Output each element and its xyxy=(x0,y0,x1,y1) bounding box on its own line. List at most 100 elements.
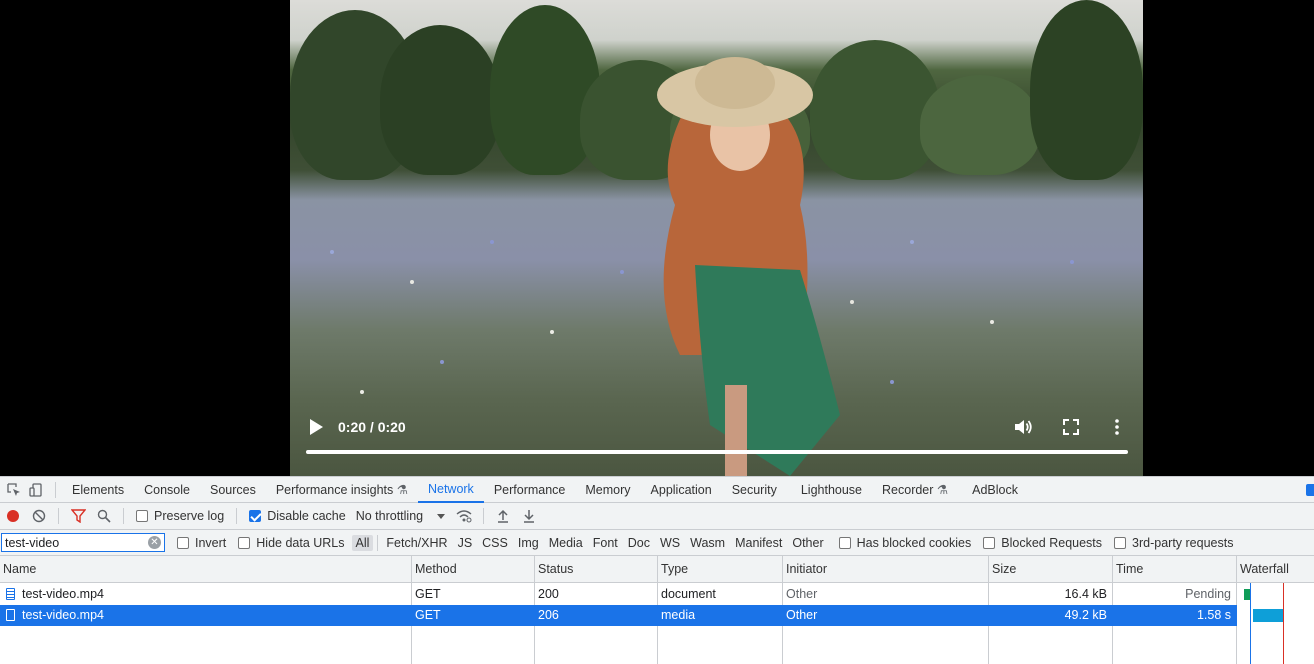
network-toolbar: Preserve log Disable cache No throttling xyxy=(0,503,1314,530)
chevron-down-icon xyxy=(437,514,446,520)
table-row[interactable]: test-video.mp4 GET 206 media Other 49.2 … xyxy=(0,605,1314,626)
throttling-select[interactable]: No throttling xyxy=(355,509,446,523)
network-requests-table: Name Method Status Type Initiator Size T… xyxy=(0,556,1314,664)
record-icon[interactable] xyxy=(4,507,22,525)
tab-elements[interactable]: Elements xyxy=(62,477,134,503)
request-name: test-video.mp4 xyxy=(22,587,104,601)
tab-label: Performance insights xyxy=(275,482,394,497)
play-icon[interactable] xyxy=(308,418,324,436)
type-filter-media[interactable]: Media xyxy=(545,535,587,551)
disable-cache-checkbox[interactable]: Disable cache xyxy=(249,509,346,523)
type-filter-wasm[interactable]: Wasm xyxy=(686,535,729,551)
column-header-type[interactable]: Type xyxy=(658,556,782,583)
column-header-time[interactable]: Time xyxy=(1113,556,1236,583)
more-vert-icon[interactable] xyxy=(1112,418,1122,436)
tab-memory[interactable]: Memory xyxy=(575,477,640,503)
load-event-line xyxy=(1283,583,1284,664)
tab-console[interactable]: Console xyxy=(134,477,200,503)
divider xyxy=(123,508,124,524)
clear-icon[interactable] xyxy=(30,507,48,525)
column-header-method[interactable]: Method xyxy=(412,556,534,583)
type-filter-font[interactable]: Font xyxy=(589,535,622,551)
tab-lighthouse[interactable]: Lighthouse xyxy=(791,477,872,503)
checkbox-box[interactable] xyxy=(1114,536,1127,549)
cell-time: Pending xyxy=(1185,587,1231,601)
import-har-icon[interactable] xyxy=(494,507,512,525)
type-filter-css[interactable]: CSS xyxy=(478,535,512,551)
type-filter-manifest[interactable]: Manifest xyxy=(731,535,786,551)
cell-size: 16.4 kB xyxy=(1064,587,1107,601)
blocked-requests-label: Blocked Requests xyxy=(1001,535,1103,550)
tab-recorder[interactable]: Recorder ⚗ xyxy=(872,477,958,503)
video-player-area: 0:20 / 0:20 xyxy=(0,0,1314,476)
column-header-initiator[interactable]: Initiator xyxy=(783,556,988,583)
cell-waterfall xyxy=(1237,584,1314,605)
column-header-status[interactable]: Status xyxy=(535,556,657,583)
type-filter-img[interactable]: Img xyxy=(514,535,543,551)
blocked-requests-checkbox[interactable]: Blocked Requests xyxy=(983,536,1102,550)
disable-cache-label: Disable cache xyxy=(267,509,346,523)
time-display: 0:20 / 0:20 xyxy=(338,419,406,435)
issues-badge-icon[interactable] xyxy=(1306,484,1314,496)
network-conditions-icon[interactable] xyxy=(455,507,473,525)
cell-name: test-video.mp4 xyxy=(0,605,411,626)
cell-waterfall xyxy=(1237,605,1314,626)
checkbox-box[interactable] xyxy=(983,536,996,549)
inspect-element-icon[interactable] xyxy=(5,481,23,499)
checkbox-box[interactable] xyxy=(249,510,262,522)
filter-input[interactable] xyxy=(2,534,142,551)
throttling-value: No throttling xyxy=(355,509,424,523)
tab-security[interactable]: Security xyxy=(722,477,787,503)
type-filter-fetch-xhr[interactable]: Fetch/XHR xyxy=(382,535,451,551)
network-filter-bar: ✕ Invert Hide data URLs All Fetch/XHR JS… xyxy=(0,530,1314,556)
divider xyxy=(58,508,59,524)
hide-data-urls-checkbox[interactable]: Hide data URLs xyxy=(238,536,345,550)
video-progress-bar[interactable] xyxy=(306,450,1128,454)
column-header-name[interactable]: Name xyxy=(0,556,411,583)
filter-box: ✕ xyxy=(1,533,165,552)
tab-adblock[interactable]: AdBlock xyxy=(962,477,1028,503)
tab-network[interactable]: Network xyxy=(417,477,484,503)
filter-icon[interactable] xyxy=(69,507,87,525)
type-filter-all[interactable]: All xyxy=(351,534,374,551)
checkbox-box[interactable] xyxy=(177,536,189,549)
third-party-requests-checkbox[interactable]: 3rd-party requests xyxy=(1114,536,1233,550)
cell-initiator: Other xyxy=(786,608,818,622)
type-filter-other[interactable]: Other xyxy=(788,535,827,551)
column-header-waterfall[interactable]: Waterfall xyxy=(1237,556,1314,583)
tab-application[interactable]: Application xyxy=(641,477,722,503)
dom-content-loaded-line xyxy=(1250,583,1251,664)
search-icon[interactable] xyxy=(95,507,113,525)
flask-icon: ⚗ xyxy=(396,482,408,497)
third-party-requests-label: 3rd-party requests xyxy=(1132,535,1234,550)
device-toolbar-icon[interactable] xyxy=(27,481,45,499)
cell-status: 200 xyxy=(538,587,559,601)
checkbox-box[interactable] xyxy=(136,510,148,522)
preserve-log-checkbox[interactable]: Preserve log xyxy=(136,509,224,523)
type-filter-doc[interactable]: Doc xyxy=(624,535,654,551)
type-filter-ws[interactable]: WS xyxy=(656,535,684,551)
tab-sources[interactable]: Sources xyxy=(200,477,266,503)
cell-initiator: Other xyxy=(786,587,818,601)
volume-icon[interactable] xyxy=(1013,417,1033,437)
cell-method: GET xyxy=(415,587,441,601)
document-icon xyxy=(6,588,15,600)
divider xyxy=(483,508,485,524)
clear-filter-icon[interactable]: ✕ xyxy=(148,536,161,549)
divider xyxy=(55,481,56,498)
checkbox-box[interactable] xyxy=(238,536,251,549)
tab-performance-insights[interactable]: Performance insights ⚗ xyxy=(266,477,418,503)
checkbox-box[interactable] xyxy=(838,536,851,549)
has-blocked-cookies-checkbox[interactable]: Has blocked cookies xyxy=(838,536,971,550)
column-header-size[interactable]: Size xyxy=(989,556,1112,583)
devtools-panel: Elements Console Sources Performance ins… xyxy=(0,476,1314,664)
type-filter-js[interactable]: JS xyxy=(454,535,477,551)
fullscreen-icon[interactable] xyxy=(1062,418,1080,436)
invert-label: Invert xyxy=(195,535,227,550)
divider xyxy=(236,508,238,524)
export-har-icon[interactable] xyxy=(520,507,538,525)
video-controls: 0:20 / 0:20 xyxy=(290,410,1143,476)
invert-checkbox[interactable]: Invert xyxy=(177,536,226,550)
tab-performance[interactable]: Performance xyxy=(484,477,576,503)
table-row[interactable]: test-video.mp4 GET 200 document Other 16… xyxy=(0,584,1314,605)
